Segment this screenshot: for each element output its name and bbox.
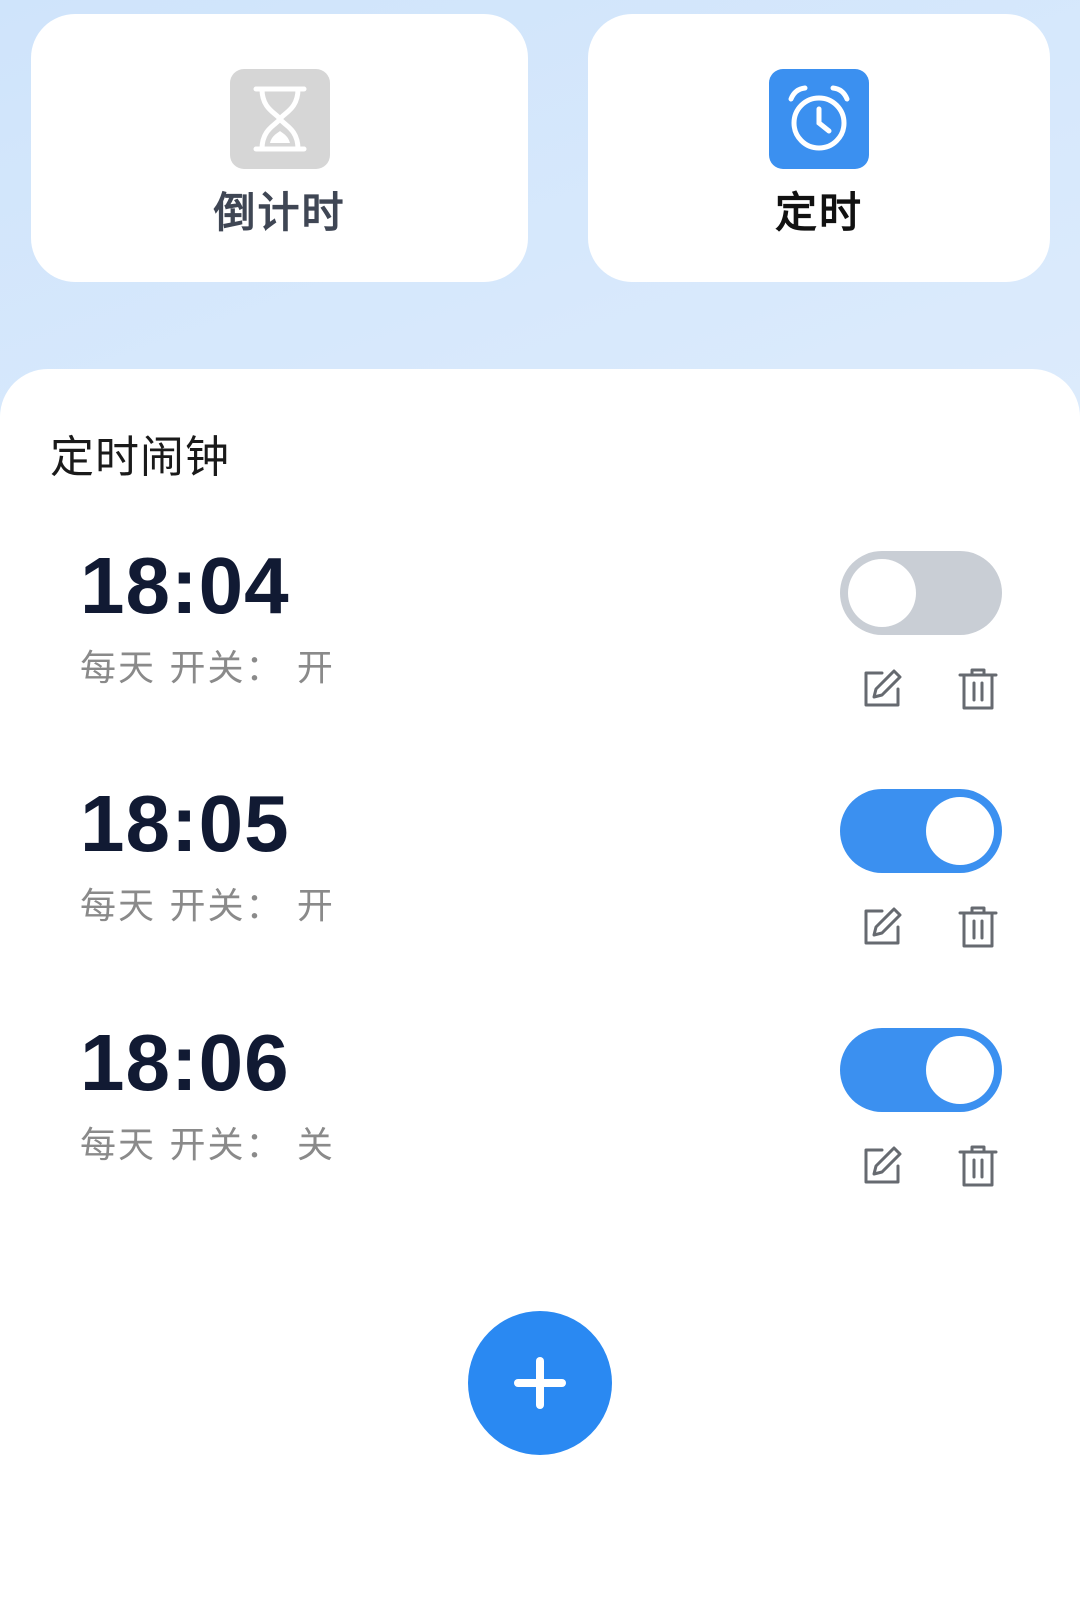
trash-icon bbox=[958, 906, 998, 948]
alarm-subtitle: 每天 开关： 关 bbox=[80, 1125, 335, 1166]
edit-button[interactable] bbox=[858, 903, 906, 951]
toggle-knob bbox=[926, 1036, 994, 1104]
alarm-time: 18:04 bbox=[80, 541, 290, 630]
plus-icon bbox=[514, 1357, 566, 1409]
alarm-subtitle: 每天 开关： 开 bbox=[80, 886, 335, 927]
alarm-time: 18:05 bbox=[80, 779, 290, 868]
trash-icon bbox=[958, 1145, 998, 1187]
alarm-toggle[interactable] bbox=[840, 789, 1002, 873]
alarm-clock-icon bbox=[769, 69, 869, 169]
delete-button[interactable] bbox=[954, 1142, 1002, 1190]
alarm-row[interactable]: 18:04 每天 开关： 开 bbox=[0, 541, 1080, 741]
toggle-knob bbox=[848, 559, 916, 627]
delete-button[interactable] bbox=[954, 665, 1002, 713]
toggle-knob bbox=[926, 797, 994, 865]
edit-icon bbox=[864, 669, 902, 707]
panel-title: 定时闹钟 bbox=[50, 432, 230, 483]
mode-label-countdown: 倒计时 bbox=[213, 188, 346, 237]
edit-button[interactable] bbox=[858, 665, 906, 713]
add-alarm-button[interactable] bbox=[468, 1311, 612, 1455]
alarm-time: 18:06 bbox=[80, 1018, 290, 1107]
edit-icon bbox=[864, 907, 902, 945]
alarm-row[interactable]: 18:06 每天 开关： 关 bbox=[0, 1018, 1080, 1218]
trash-icon bbox=[958, 668, 998, 710]
alarm-toggle[interactable] bbox=[840, 1028, 1002, 1112]
mode-card-timer[interactable]: 定时 bbox=[588, 14, 1050, 282]
edit-button[interactable] bbox=[858, 1142, 906, 1190]
delete-button[interactable] bbox=[954, 903, 1002, 951]
alarm-row[interactable]: 18:05 每天 开关： 开 bbox=[0, 779, 1080, 979]
mode-label-timer: 定时 bbox=[774, 188, 863, 237]
hourglass-icon bbox=[229, 69, 330, 169]
mode-card-countdown[interactable]: 倒计时 bbox=[31, 14, 528, 282]
edit-icon bbox=[864, 1146, 902, 1184]
alarm-toggle[interactable] bbox=[840, 551, 1002, 635]
alarm-subtitle: 每天 开关： 开 bbox=[80, 648, 335, 689]
alarm-panel: 定时闹钟 18:04 每天 开关： 开 18:05 每天 开关： 开 18:06… bbox=[0, 369, 1080, 1613]
